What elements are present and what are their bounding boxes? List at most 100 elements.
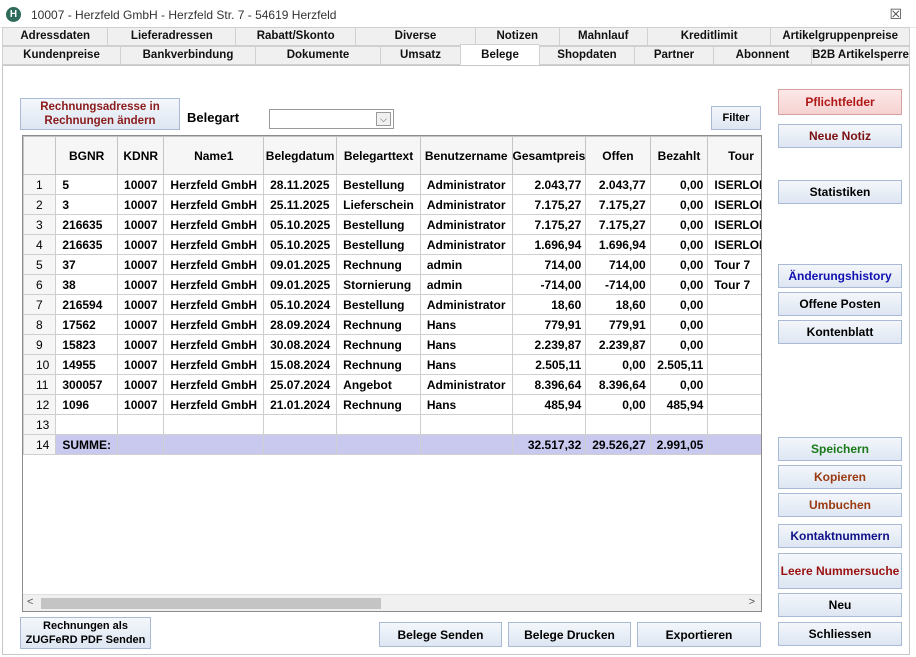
pflichtfelder-button[interactable]: Pflichtfelder (778, 89, 902, 115)
umbuchen-button[interactable]: Umbuchen (778, 493, 902, 517)
cell-offen[interactable]: 779,91 (585, 314, 651, 335)
aenderungshistory-button[interactable]: Änderungshistory (778, 264, 902, 288)
cell-offen[interactable]: 2.239,87 (585, 334, 651, 355)
cell-belegarttext[interactable]: Bestellung (336, 174, 421, 195)
row-number-cell[interactable]: 13 (23, 414, 57, 435)
cell-bgnr[interactable]: SUMME: (55, 434, 119, 455)
filter-button[interactable]: Filter (711, 106, 761, 130)
cell-belegdatum[interactable]: 09.01.2025 (263, 274, 338, 295)
row-number-cell[interactable]: 11 (23, 374, 57, 395)
exportieren-button[interactable]: Exportieren (637, 622, 761, 647)
cell-belegarttext[interactable]: Stornierung (336, 274, 421, 295)
cell-name1[interactable]: Herzfeld GmbH (163, 214, 265, 235)
cell-name1[interactable]: Herzfeld GmbH (163, 354, 265, 375)
tab-adressdaten[interactable]: Adressdaten (2, 27, 108, 46)
cell-benutzername[interactable]: Hans (419, 394, 513, 415)
cell-gesamtpreis[interactable]: 779,91 (511, 314, 587, 335)
cell-kdnr[interactable]: 10007 (117, 174, 165, 195)
cell-belegarttext[interactable]: Bestellung (336, 234, 421, 255)
cell-tour[interactable]: ISERLOH (707, 214, 761, 235)
cell-belegdatum[interactable]: 28.09.2024 (263, 314, 338, 335)
scrollbar-thumb[interactable] (41, 598, 381, 609)
schliessen-button[interactable]: Schliessen (778, 622, 902, 646)
cell-kdnr[interactable]: 10007 (117, 394, 165, 415)
cell-name1[interactable]: Herzfeld GmbH (163, 274, 265, 295)
cell-bezahlt[interactable]: 0,00 (649, 174, 709, 195)
cell-bgnr[interactable]: 216635 (55, 234, 119, 255)
cell-bezahlt[interactable]: 0,00 (649, 314, 709, 335)
cell-bezahlt[interactable]: 2.991,05 (649, 434, 709, 455)
column-header-gesamtpreis[interactable]: Gesamtpreis (511, 136, 587, 175)
tab-lieferadressen[interactable]: Lieferadressen (107, 27, 236, 46)
cell-bezahlt[interactable]: 0,00 (649, 254, 709, 275)
cell-bezahlt[interactable]: 0,00 (649, 294, 709, 315)
horizontal-scrollbar[interactable]: < > (23, 594, 761, 611)
cell-name1[interactable]: Herzfeld GmbH (163, 254, 265, 275)
cell-bezahlt[interactable]: 485,94 (649, 394, 709, 415)
tab-shopdaten[interactable]: Shopdaten (539, 46, 634, 65)
statistiken-button[interactable]: Statistiken (778, 180, 902, 204)
cell-name1[interactable]: Herzfeld GmbH (163, 174, 265, 195)
cell-offen[interactable]: 7.175,27 (585, 214, 651, 235)
cell-belegarttext[interactable]: Rechnung (336, 334, 421, 355)
belege-grid[interactable]: BGNR KDNR Name1 Belegdatum Belegarttext Benut… (22, 135, 762, 612)
belege-drucken-button[interactable]: Belege Drucken (508, 622, 631, 647)
table-row[interactable]: 1 5 10007 Herzfeld GmbH 28.11.2025 Bestellung… (23, 174, 761, 195)
sum-row[interactable]: 14 SUMME: 32.517,32 29.526,27 2.991,05 (23, 434, 761, 455)
cell-benutzername[interactable]: admin (419, 254, 513, 275)
row-number-cell[interactable]: 8 (23, 314, 57, 335)
cell-bgnr[interactable]: 1096 (55, 394, 119, 415)
cell-belegdatum[interactable]: 25.11.2025 (263, 194, 338, 215)
cell-bgnr[interactable]: 216594 (55, 294, 119, 315)
leere-nummersuche-button[interactable]: Leere Nummersuche (778, 553, 902, 589)
row-number-cell[interactable]: 4 (23, 234, 57, 255)
cell-kdnr[interactable]: 10007 (117, 234, 165, 255)
cell-kdnr[interactable]: 10007 (117, 294, 165, 315)
kontaktnummern-button[interactable]: Kontaktnummern (778, 524, 902, 548)
rechnungsadresse-aendern-button[interactable]: Rechnungsadresse in Rechnungen ändern (20, 98, 180, 130)
row-number-cell[interactable]: 12 (23, 394, 57, 415)
cell-kdnr[interactable]: 10007 (117, 194, 165, 215)
neu-button[interactable]: Neu (778, 593, 902, 617)
chevron-down-icon[interactable]: ⌵ (376, 112, 391, 126)
cell-tour[interactable] (707, 314, 761, 335)
row-number-cell[interactable]: 5 (23, 254, 57, 275)
cell-tour[interactable]: ISERLOH (707, 234, 761, 255)
column-header-bezahlt[interactable]: Bezahlt (649, 136, 709, 175)
cell-belegarttext[interactable]: Rechnung (336, 254, 421, 275)
row-number-cell[interactable]: 3 (23, 214, 57, 235)
cell-kdnr[interactable]: 10007 (117, 254, 165, 275)
cell-benutzername[interactable]: Hans (419, 314, 513, 335)
column-header-bgnr[interactable]: BGNR (55, 136, 119, 175)
row-number-cell[interactable]: 6 (23, 274, 57, 295)
cell-bgnr[interactable]: 14955 (55, 354, 119, 375)
kontenblatt-button[interactable]: Kontenblatt (778, 320, 902, 344)
cell-benutzername[interactable] (419, 434, 513, 455)
tab-artikelgruppenpreise[interactable]: Artikelgruppenpreise (770, 27, 911, 46)
column-header-kdnr[interactable]: KDNR (117, 136, 165, 175)
cell-bgnr[interactable]: 15823 (55, 334, 119, 355)
cell-benutzername[interactable]: Hans (419, 354, 513, 375)
column-header-tour[interactable]: Tour (707, 136, 761, 175)
cell-kdnr[interactable]: 10007 (117, 214, 165, 235)
cell-kdnr[interactable] (117, 414, 165, 435)
cell-gesamtpreis[interactable]: 18,60 (511, 294, 587, 315)
cell-belegdatum[interactable]: 05.10.2025 (263, 214, 338, 235)
cell-bezahlt[interactable]: 0,00 (649, 274, 709, 295)
cell-bgnr[interactable]: 216635 (55, 214, 119, 235)
close-icon[interactable]: ☒ (889, 6, 902, 23)
table-row[interactable]: 2 3 10007 Herzfeld GmbH 25.11.2025 Liefersche… (23, 194, 761, 215)
cell-benutzername[interactable]: Administrator (419, 234, 513, 255)
cell-belegarttext[interactable] (336, 414, 421, 435)
cell-offen[interactable]: 0,00 (585, 354, 651, 375)
table-row[interactable]: 5 37 10007 Herzfeld GmbH 09.01.2025 Rechnung a… (23, 254, 761, 275)
cell-benutzername[interactable]: Administrator (419, 174, 513, 195)
cell-name1[interactable]: Herzfeld GmbH (163, 334, 265, 355)
cell-gesamtpreis[interactable]: 485,94 (511, 394, 587, 415)
cell-tour[interactable] (707, 294, 761, 315)
cell-bgnr[interactable]: 37 (55, 254, 119, 275)
cell-bezahlt[interactable]: 0,00 (649, 334, 709, 355)
cell-belegarttext[interactable]: Rechnung (336, 314, 421, 335)
cell-tour[interactable]: ISERLOH (707, 194, 761, 215)
cell-gesamtpreis[interactable]: 2.505,11 (511, 354, 587, 375)
